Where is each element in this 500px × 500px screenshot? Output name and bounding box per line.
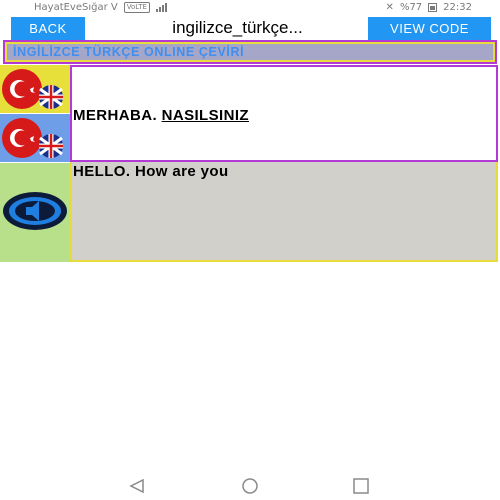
input-text-underlined: NASILSINIZ [161,107,249,124]
flag-button-source[interactable] [0,65,70,113]
back-button[interactable]: BACK [11,17,85,40]
view-code-button[interactable]: VIEW CODE [368,17,491,40]
input-text: MERHABA. NASILSINIZ [73,107,249,124]
translation-output: HELLO. How are you [70,162,498,262]
turkey-uk-flag-icon [2,69,63,109]
circle-home-icon[interactable] [240,478,260,494]
square-recents-icon[interactable] [352,478,370,494]
status-bar: HayatEveSığar V VoLTE ✕ %77 22:32 [0,0,500,16]
input-text-plain: MERHABA. [73,107,162,124]
clock: 22:32 [443,2,472,13]
signal-icon [155,3,167,12]
header-title: İNGİLİZCE TÜRKÇE ONLINE ÇEVİRİ [13,45,245,59]
speaker-icon[interactable] [2,191,68,231]
input-text-area[interactable]: MERHABA. NASILSINIZ [70,65,498,162]
battery-icon [428,3,438,12]
app-title: ingilizce_türkçe... [172,18,303,37]
header-bar: İNGİLİZCE TÜRKÇE ONLINE ÇEVİRİ [3,40,497,64]
volte-badge: VoLTE [123,2,150,13]
triangle-back-icon[interactable] [128,478,146,494]
language-column [0,65,70,262]
battery-percent: %77 [399,2,423,13]
flag-button-target[interactable] [0,114,70,162]
carrier-name: HayatEveSığar V [34,2,118,13]
status-right: ✕ %77 22:32 [386,2,472,13]
output-text: HELLO. How are you [73,163,229,180]
turkey-uk-flag-icon [2,118,63,158]
navigation-bar [0,472,500,500]
alarm-icon: ✕ [385,2,394,13]
status-left: HayatEveSığar V VoLTE [34,2,167,13]
speaker-area [0,163,70,262]
